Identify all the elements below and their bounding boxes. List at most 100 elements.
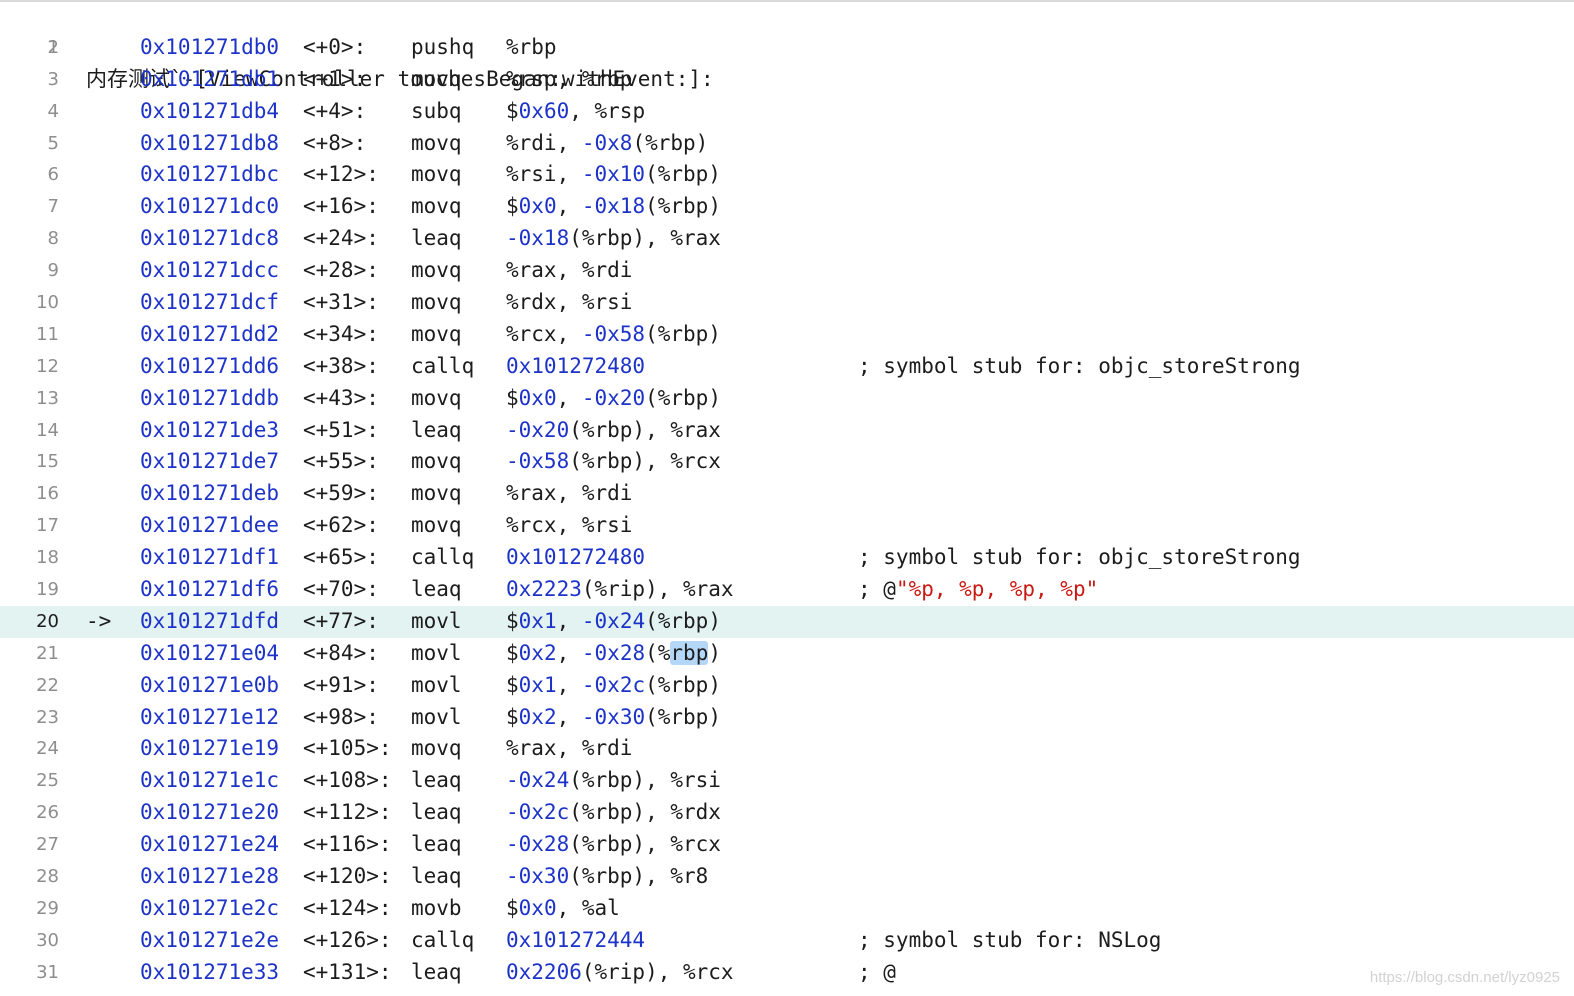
instruction-address[interactable]: 0x101271ddb: [140, 383, 279, 415]
instruction-address[interactable]: 0x101271e28: [140, 861, 279, 893]
instruction-address[interactable]: 0x101271e2e: [140, 925, 279, 957]
instruction-address[interactable]: 0x101271dc0: [140, 191, 279, 223]
selected-text[interactable]: rbp: [670, 640, 709, 665]
instruction-address[interactable]: 0x101271e2c: [140, 893, 279, 925]
operand-text: %rax, %rdi: [506, 258, 633, 283]
operand-text: (%rbp), %r8: [569, 864, 709, 889]
instruction-operands: -0x28(%rbp), %rcx: [506, 829, 721, 861]
instruction-mnemonic: leaq: [411, 800, 462, 825]
operand-text: $: [506, 895, 519, 920]
code-line[interactable]: 11 0x101271dd2 <+34>: movq %rcx, -0x58(%rbp): [0, 319, 1574, 351]
line-number: 14: [36, 419, 59, 441]
instruction-address[interactable]: 0x101271dee: [140, 510, 279, 542]
instruction-offset: <+24>:: [303, 226, 379, 251]
code-line[interactable]: 31 0x101271e33 <+131>: leaq 0x2206(%rip), %r…: [0, 957, 1574, 989]
instruction-address[interactable]: 0x101271de7: [140, 446, 279, 478]
instruction-address[interactable]: 0x101271e1c: [140, 765, 279, 797]
numeric-literal: -0x24: [581, 608, 646, 633]
numeric-literal: -0x20: [506, 417, 570, 442]
line-number: 13: [36, 387, 59, 409]
instruction-operands: -0x20(%rbp), %rax: [506, 415, 721, 447]
instruction-address[interactable]: 0x101271df6: [140, 574, 279, 606]
line-number: 21: [36, 642, 59, 664]
instruction-address[interactable]: 0x101271dfd: [140, 606, 279, 638]
code-line[interactable]: 6 0x101271dbc <+12>: movq %rsi, -0x10(%rbp): [0, 159, 1574, 191]
instruction-mnemonic: movl: [411, 704, 462, 729]
instruction-address[interactable]: 0x101271e04: [140, 638, 279, 670]
instruction-offset: <+43>:: [303, 385, 379, 410]
instruction-address[interactable]: 0x101271deb: [140, 478, 279, 510]
instruction-address[interactable]: 0x101271dcc: [140, 255, 279, 287]
instruction-address[interactable]: 0x101271dd2: [140, 319, 279, 351]
instruction-operands: 0x2223(%rip), %rax: [506, 574, 734, 606]
numeric-literal: -0x24: [506, 768, 570, 793]
code-line[interactable]: 12 0x101271dd6 <+38>: callq 0x101272480 ; sym…: [0, 351, 1574, 383]
comment-text: ; symbol stub for: objc_storeStrong: [858, 545, 1301, 570]
code-line[interactable]: 4 0x101271db4 <+4>: subq $0x60, %rsp: [0, 96, 1574, 128]
code-line[interactable]: 10 0x101271dcf <+31>: movq %rdx, %rsi: [0, 287, 1574, 319]
code-line[interactable]: 23 0x101271e12 <+98>: movl $0x2, -0x30(%rbp): [0, 702, 1574, 734]
current-instruction-line[interactable]: 20 -> 0x101271dfd <+77>: movl $0x1, -0x24(%rb…: [0, 605, 1574, 638]
instruction-address[interactable]: 0x101271e19: [140, 733, 279, 765]
instruction-address[interactable]: 0x101271dcf: [140, 287, 279, 319]
code-line[interactable]: 25 0x101271e1c <+108>: leaq -0x24(%rbp), %rs…: [0, 765, 1574, 797]
instruction-address[interactable]: 0x101271dbc: [140, 159, 279, 191]
disassembly-editor[interactable]: 1 内存测试`-[ViewController touchesBegan:wit…: [0, 0, 1574, 989]
instruction-offset: <+59>:: [303, 481, 379, 506]
instruction-offset: <+124>:: [303, 895, 392, 920]
code-line[interactable]: 22 0x101271e0b <+91>: movl $0x1, -0x2c(%rbp): [0, 670, 1574, 702]
code-line[interactable]: 18 0x101271df1 <+65>: callq 0x101272480 ; sym…: [0, 542, 1574, 574]
code-line[interactable]: 19 0x101271df6 <+70>: leaq 0x2223(%rip), %ra…: [0, 574, 1574, 606]
code-line[interactable]: 15 0x101271de7 <+55>: movq -0x58(%rbp), %rcx: [0, 446, 1574, 478]
instruction-offset: <+120>:: [303, 864, 392, 889]
operand-text: $: [506, 194, 519, 219]
code-line[interactable]: 13 0x101271ddb <+43>: movq $0x0, -0x20(%rbp): [0, 383, 1574, 415]
code-line[interactable]: 7 0x101271dc0 <+16>: movq $0x0, -0x18(%rbp): [0, 191, 1574, 223]
code-line[interactable]: 24 0x101271e19 <+105>: movq %rax, %rdi: [0, 733, 1574, 765]
line-number: 5: [47, 132, 59, 154]
code-line[interactable]: 21 0x101271e04 <+84>: movl $0x2, -0x28(%rbp): [0, 638, 1574, 670]
line-number: 11: [36, 323, 59, 345]
instruction-mnemonic: movq: [411, 321, 462, 346]
code-line[interactable]: 16 0x101271deb <+59>: movq %rax, %rdi: [0, 478, 1574, 510]
code-line[interactable]: 5 0x101271db8 <+8>: movq %rdi, -0x8(%rbp): [0, 128, 1574, 160]
instruction-address[interactable]: 0x101271dc8: [140, 223, 279, 255]
comment-text: ; symbol stub for: NSLog: [858, 927, 1162, 952]
instruction-address[interactable]: 0x101271db1: [140, 64, 279, 96]
instruction-address[interactable]: 0x101271e0b: [140, 670, 279, 702]
operand-text: (%rbp), %rdx: [569, 800, 721, 825]
instruction-address[interactable]: 0x101271db8: [140, 128, 279, 160]
instruction-address[interactable]: 0x101271e12: [140, 702, 279, 734]
instruction-address[interactable]: 0x101271e33: [140, 957, 279, 989]
instruction-address[interactable]: 0x101271e24: [140, 829, 279, 861]
numeric-literal: 0x2223: [506, 577, 582, 602]
instruction-address[interactable]: 0x101271dd6: [140, 351, 279, 383]
numeric-literal: 0x2206: [506, 959, 582, 984]
code-line[interactable]: 30 0x101271e2e <+126>: callq 0x101272444 ; sy…: [0, 925, 1574, 957]
code-line[interactable]: 2 0x101271db0 <+0>: pushq %rbp: [0, 32, 1574, 64]
instruction-offset: <+34>:: [303, 321, 379, 346]
instruction-operands: %rax, %rdi: [506, 478, 632, 510]
instruction-address[interactable]: 0x101271e20: [140, 797, 279, 829]
code-line[interactable]: 26 0x101271e20 <+112>: leaq -0x2c(%rbp), %rd…: [0, 797, 1574, 829]
code-line[interactable]: 3 0x101271db1 <+1>: movq %rsp, %rbp: [0, 64, 1574, 96]
code-line[interactable]: 9 0x101271dcc <+28>: movq %rax, %rdi: [0, 255, 1574, 287]
instruction-address[interactable]: 0x101271de3: [140, 415, 279, 447]
line-number: 30: [36, 929, 59, 951]
instruction-operands: $0x60, %rsp: [506, 96, 645, 128]
instruction-address[interactable]: 0x101271db0: [140, 32, 279, 64]
code-line[interactable]: 28 0x101271e28 <+120>: leaq -0x30(%rbp), %r8: [0, 861, 1574, 893]
instruction-address[interactable]: 0x101271df1: [140, 542, 279, 574]
operand-text: %rcx, %rsi: [506, 513, 633, 538]
code-line[interactable]: 14 0x101271de3 <+51>: leaq -0x20(%rbp), %rax: [0, 415, 1574, 447]
instruction-operands: %rsi, -0x10(%rbp): [506, 159, 721, 191]
code-line[interactable]: 17 0x101271dee <+62>: movq %rcx, %rsi: [0, 510, 1574, 542]
code-line[interactable]: 29 0x101271e2c <+124>: movb $0x0, %al: [0, 893, 1574, 925]
code-line[interactable]: 8 0x101271dc8 <+24>: leaq -0x18(%rbp), %rax: [0, 223, 1574, 255]
instruction-address[interactable]: 0x101271db4: [140, 96, 279, 128]
operand-text: (%rbp): [645, 321, 721, 346]
numeric-literal: 0x0: [518, 194, 557, 219]
code-line[interactable]: 27 0x101271e24 <+116>: leaq -0x28(%rbp), %rc…: [0, 829, 1574, 861]
instruction-mnemonic: movq: [411, 66, 462, 91]
numeric-literal: -0x20: [581, 385, 646, 410]
